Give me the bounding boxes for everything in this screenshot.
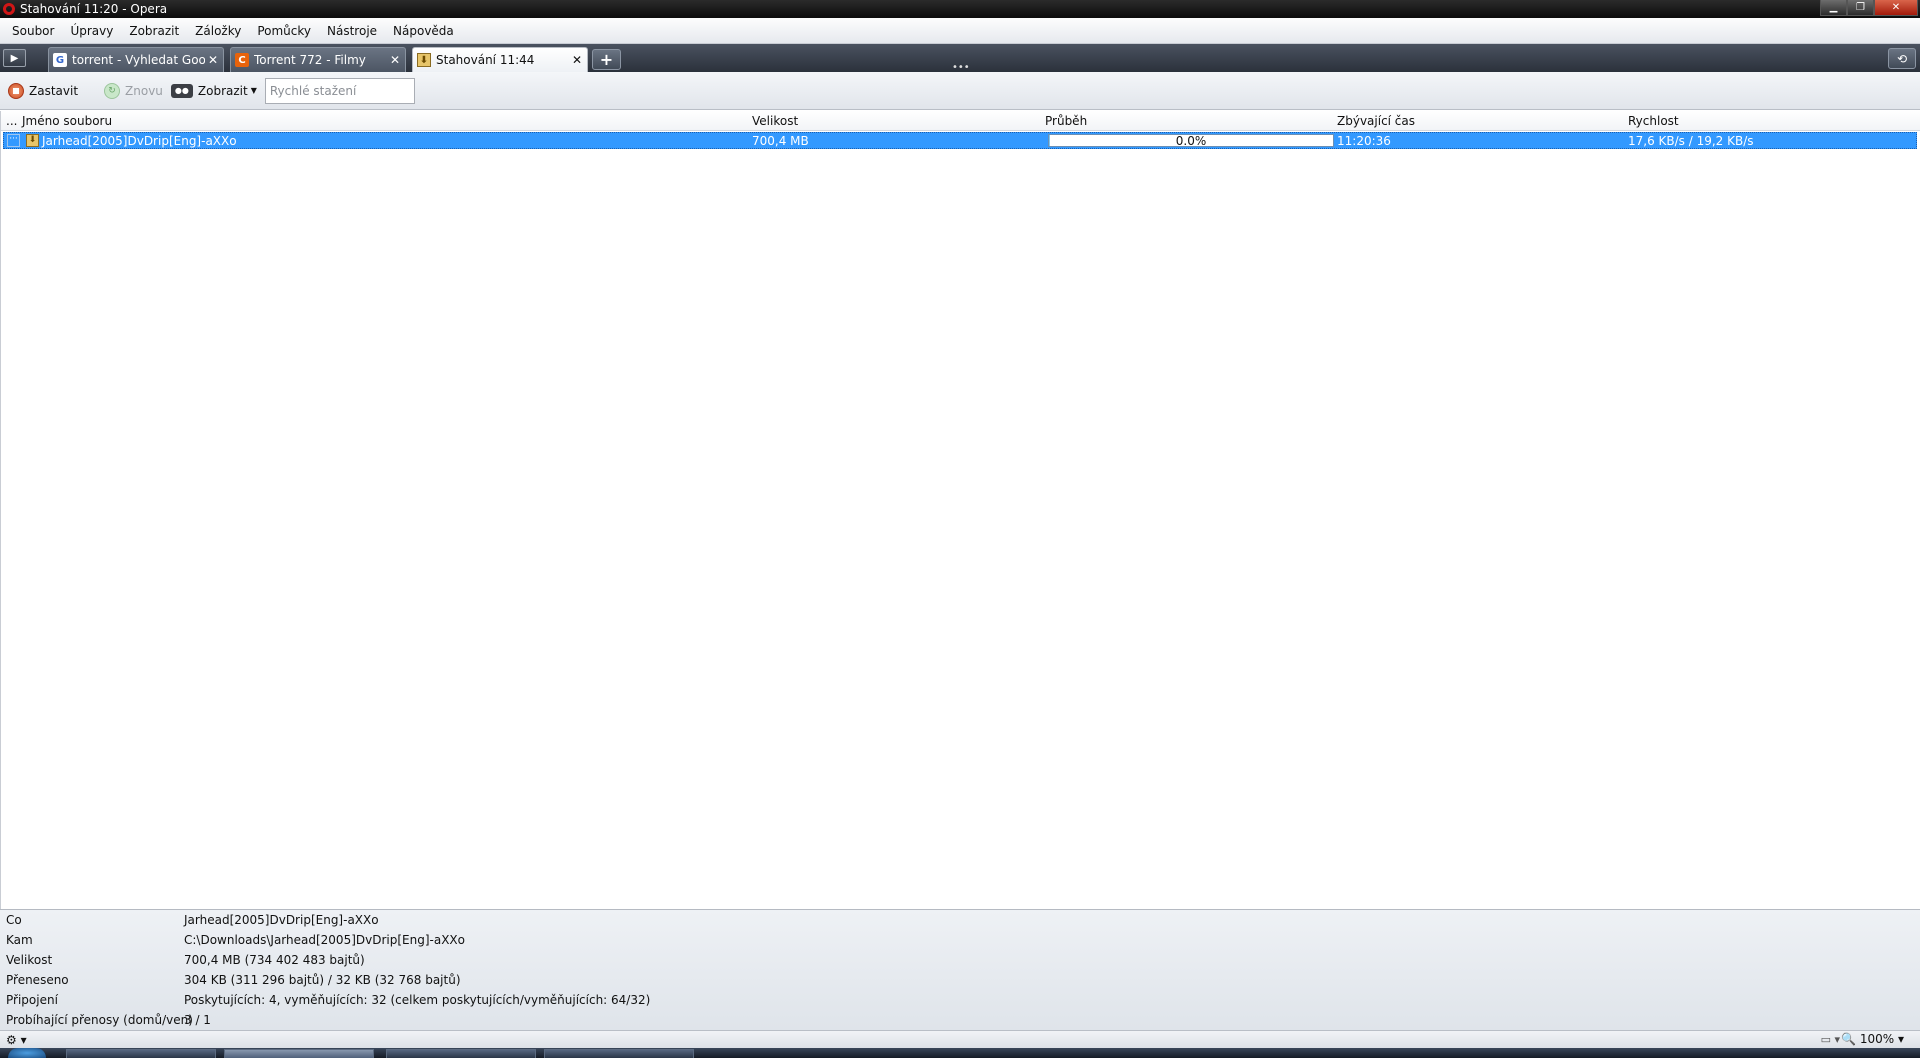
row-speed: 17,6 KB/s / 19,2 KB/s — [1628, 134, 1754, 148]
menu-zobrazit[interactable]: Zobrazit — [121, 24, 187, 38]
panel-toggle-icon[interactable]: ▶ — [3, 49, 26, 67]
tab-close-icon[interactable]: ✕ — [569, 53, 585, 67]
downloads-table: ... Jméno souboru Velikost Průběh Zbývaj… — [0, 111, 1920, 909]
tab-downloads[interactable]: ⬇ Stahování 11:44 ✕ — [412, 47, 588, 72]
tab-google-search[interactable]: G torrent - Vyhledat Goo... ✕ — [48, 47, 224, 72]
taskbar-item[interactable] — [386, 1049, 536, 1058]
opera-logo-icon[interactable] — [3, 3, 15, 15]
detail-key: Co — [6, 913, 22, 927]
stop-icon — [8, 82, 24, 99]
detail-row-active-transfers: Probíhající přenosy (domů/ven) 3 / 1 — [0, 1012, 1920, 1028]
tab-torrent-772[interactable]: C Torrent 772 - Filmy ✕ — [230, 47, 406, 72]
window-title: Stahování 11:20 - Opera — [20, 2, 168, 16]
chevron-down-icon: ▼ — [250, 86, 257, 95]
chevron-down-icon: ▾ — [1897, 1032, 1904, 1046]
binoculars-icon: ●● — [170, 83, 193, 98]
os-taskbar — [0, 1048, 1920, 1058]
column-filename[interactable]: Jméno souboru — [22, 114, 112, 128]
row-remaining: 11:20:36 — [1337, 134, 1391, 148]
menu-soubor[interactable]: Soubor — [4, 24, 62, 38]
closed-tabs-icon[interactable]: ⟲ — [1888, 48, 1916, 69]
close-window-button[interactable]: ✕ — [1874, 0, 1918, 16]
torrent-site-icon: C — [235, 53, 249, 67]
opera-unite-icon[interactable]: ⚙ ▾ — [6, 1033, 27, 1047]
menu-zalozky[interactable]: Záložky — [187, 24, 249, 38]
row-size: 700,4 MB — [752, 134, 809, 148]
taskbar-item-active[interactable] — [224, 1049, 374, 1058]
detail-row-connection: Připojení Poskytujících: 4, vyměňujících… — [0, 992, 1920, 1008]
detail-value: Jarhead[2005]DvDrip[Eng]-aXXo — [184, 913, 379, 927]
view-mode-icon[interactable]: ▭ ▾ — [1821, 1033, 1840, 1046]
row-filename: Jarhead[2005]DvDrip[Eng]-aXXo — [42, 134, 237, 148]
detail-value: 304 KB (311 296 bajtů) / 32 KB (32 768 b… — [184, 973, 461, 987]
column-size[interactable]: Velikost — [752, 114, 798, 128]
detail-key: Kam — [6, 933, 33, 947]
title-bar: Stahování 11:20 - Opera ▁ ❐ ✕ — [0, 0, 1920, 18]
download-file-icon: ⬇ — [26, 134, 39, 147]
menu-napoveda[interactable]: Nápověda — [385, 24, 462, 38]
maximize-button[interactable]: ❐ — [1847, 0, 1874, 16]
tab-label: Stahování 11:44 — [436, 53, 535, 67]
quick-download-input[interactable] — [264, 77, 415, 104]
view-button[interactable]: ●● Zobrazit ▼ — [170, 83, 257, 98]
detail-key: Velikost — [6, 953, 53, 967]
download-details: Co Jarhead[2005]DvDrip[Eng]-aXXo Kam C:\… — [0, 909, 1920, 1030]
status-bar: ⚙ ▾ ▭ ▾ 🔍 100% ▾ — [0, 1030, 1920, 1048]
column-options[interactable]: ... — [6, 114, 17, 128]
retry-label: Znovu — [125, 83, 163, 98]
google-icon: G — [53, 53, 67, 67]
detail-row-where: Kam C:\Downloads\Jarhead[2005]DvDrip[Eng… — [0, 932, 1920, 948]
taskbar-item[interactable] — [544, 1049, 694, 1058]
toolbar-grip-icon[interactable]: ••• — [952, 63, 970, 73]
column-remaining[interactable]: Zbývající čas — [1337, 114, 1415, 128]
column-progress[interactable]: Průběh — [1045, 114, 1087, 128]
menu-nastroje[interactable]: Nástroje — [319, 24, 385, 38]
row-progress-bar: 0.0% — [1048, 134, 1334, 148]
retry-icon: ↻ — [104, 82, 121, 99]
detail-key: Probíhající přenosy (domů/ven) — [6, 1013, 193, 1027]
zoom-control[interactable]: 🔍 100% ▾ — [1841, 1032, 1904, 1046]
detail-value: 700,4 MB (734 402 483 bajtů) — [184, 953, 365, 967]
tab-close-icon[interactable]: ✕ — [387, 53, 403, 67]
tab-label: torrent - Vyhledat Goo... — [72, 53, 205, 67]
window-controls: ▁ ❐ ✕ — [1820, 0, 1918, 16]
tab-label: Torrent 772 - Filmy — [254, 53, 366, 67]
new-tab-button[interactable]: + — [592, 49, 621, 70]
progress-text: 0.0% — [1175, 134, 1207, 148]
tab-bar: ▶ G torrent - Vyhledat Goo... ✕ C Torren… — [0, 44, 1920, 73]
table-row[interactable]: ··· ⬇ Jarhead[2005]DvDrip[Eng]-aXXo 700,… — [3, 132, 1917, 149]
menu-upravy[interactable]: Úpravy — [62, 24, 121, 38]
retry-button[interactable]: ↻ Znovu — [104, 82, 163, 99]
stop-button[interactable]: Zastavit — [8, 82, 79, 99]
detail-value-path[interactable]: C:\Downloads\Jarhead[2005]DvDrip[Eng]-aX… — [184, 933, 465, 947]
download-icon: ⬇ — [417, 53, 431, 67]
view-label: Zobrazit — [197, 83, 248, 98]
detail-value: Poskytujících: 4, vyměňujících: 32 (celk… — [184, 993, 651, 1007]
stop-label: Zastavit — [29, 83, 79, 98]
taskbar-item[interactable] — [66, 1049, 216, 1058]
tab-close-icon[interactable]: ✕ — [205, 53, 221, 67]
detail-key: Přeneseno — [6, 973, 69, 987]
zoom-level: 100% — [1859, 1032, 1895, 1046]
detail-row-transferred: Přeneseno 304 KB (311 296 bajtů) / 32 KB… — [0, 972, 1920, 988]
downloads-toolbar: Zastavit ↻ Znovu ●● Zobrazit ▼ — [0, 72, 1920, 110]
detail-value: 3 / 1 — [184, 1013, 211, 1027]
minimize-button[interactable]: ▁ — [1820, 0, 1847, 16]
start-button[interactable] — [8, 1048, 46, 1058]
table-header: ... Jméno souboru Velikost Průběh Zbývaj… — [1, 111, 1920, 131]
detail-row-what: Co Jarhead[2005]DvDrip[Eng]-aXXo — [0, 912, 1920, 928]
column-speed[interactable]: Rychlost — [1628, 114, 1679, 128]
zoom-icon: 🔍 — [1841, 1032, 1856, 1046]
detail-row-size: Velikost 700,4 MB (734 402 483 bajtů) — [0, 952, 1920, 968]
expand-icon[interactable]: ··· — [7, 134, 20, 147]
menu-pomucky[interactable]: Pomůcky — [249, 24, 319, 38]
menu-bar: Soubor Úpravy Zobrazit Záložky Pomůcky N… — [0, 18, 1920, 44]
detail-key: Připojení — [6, 993, 58, 1007]
